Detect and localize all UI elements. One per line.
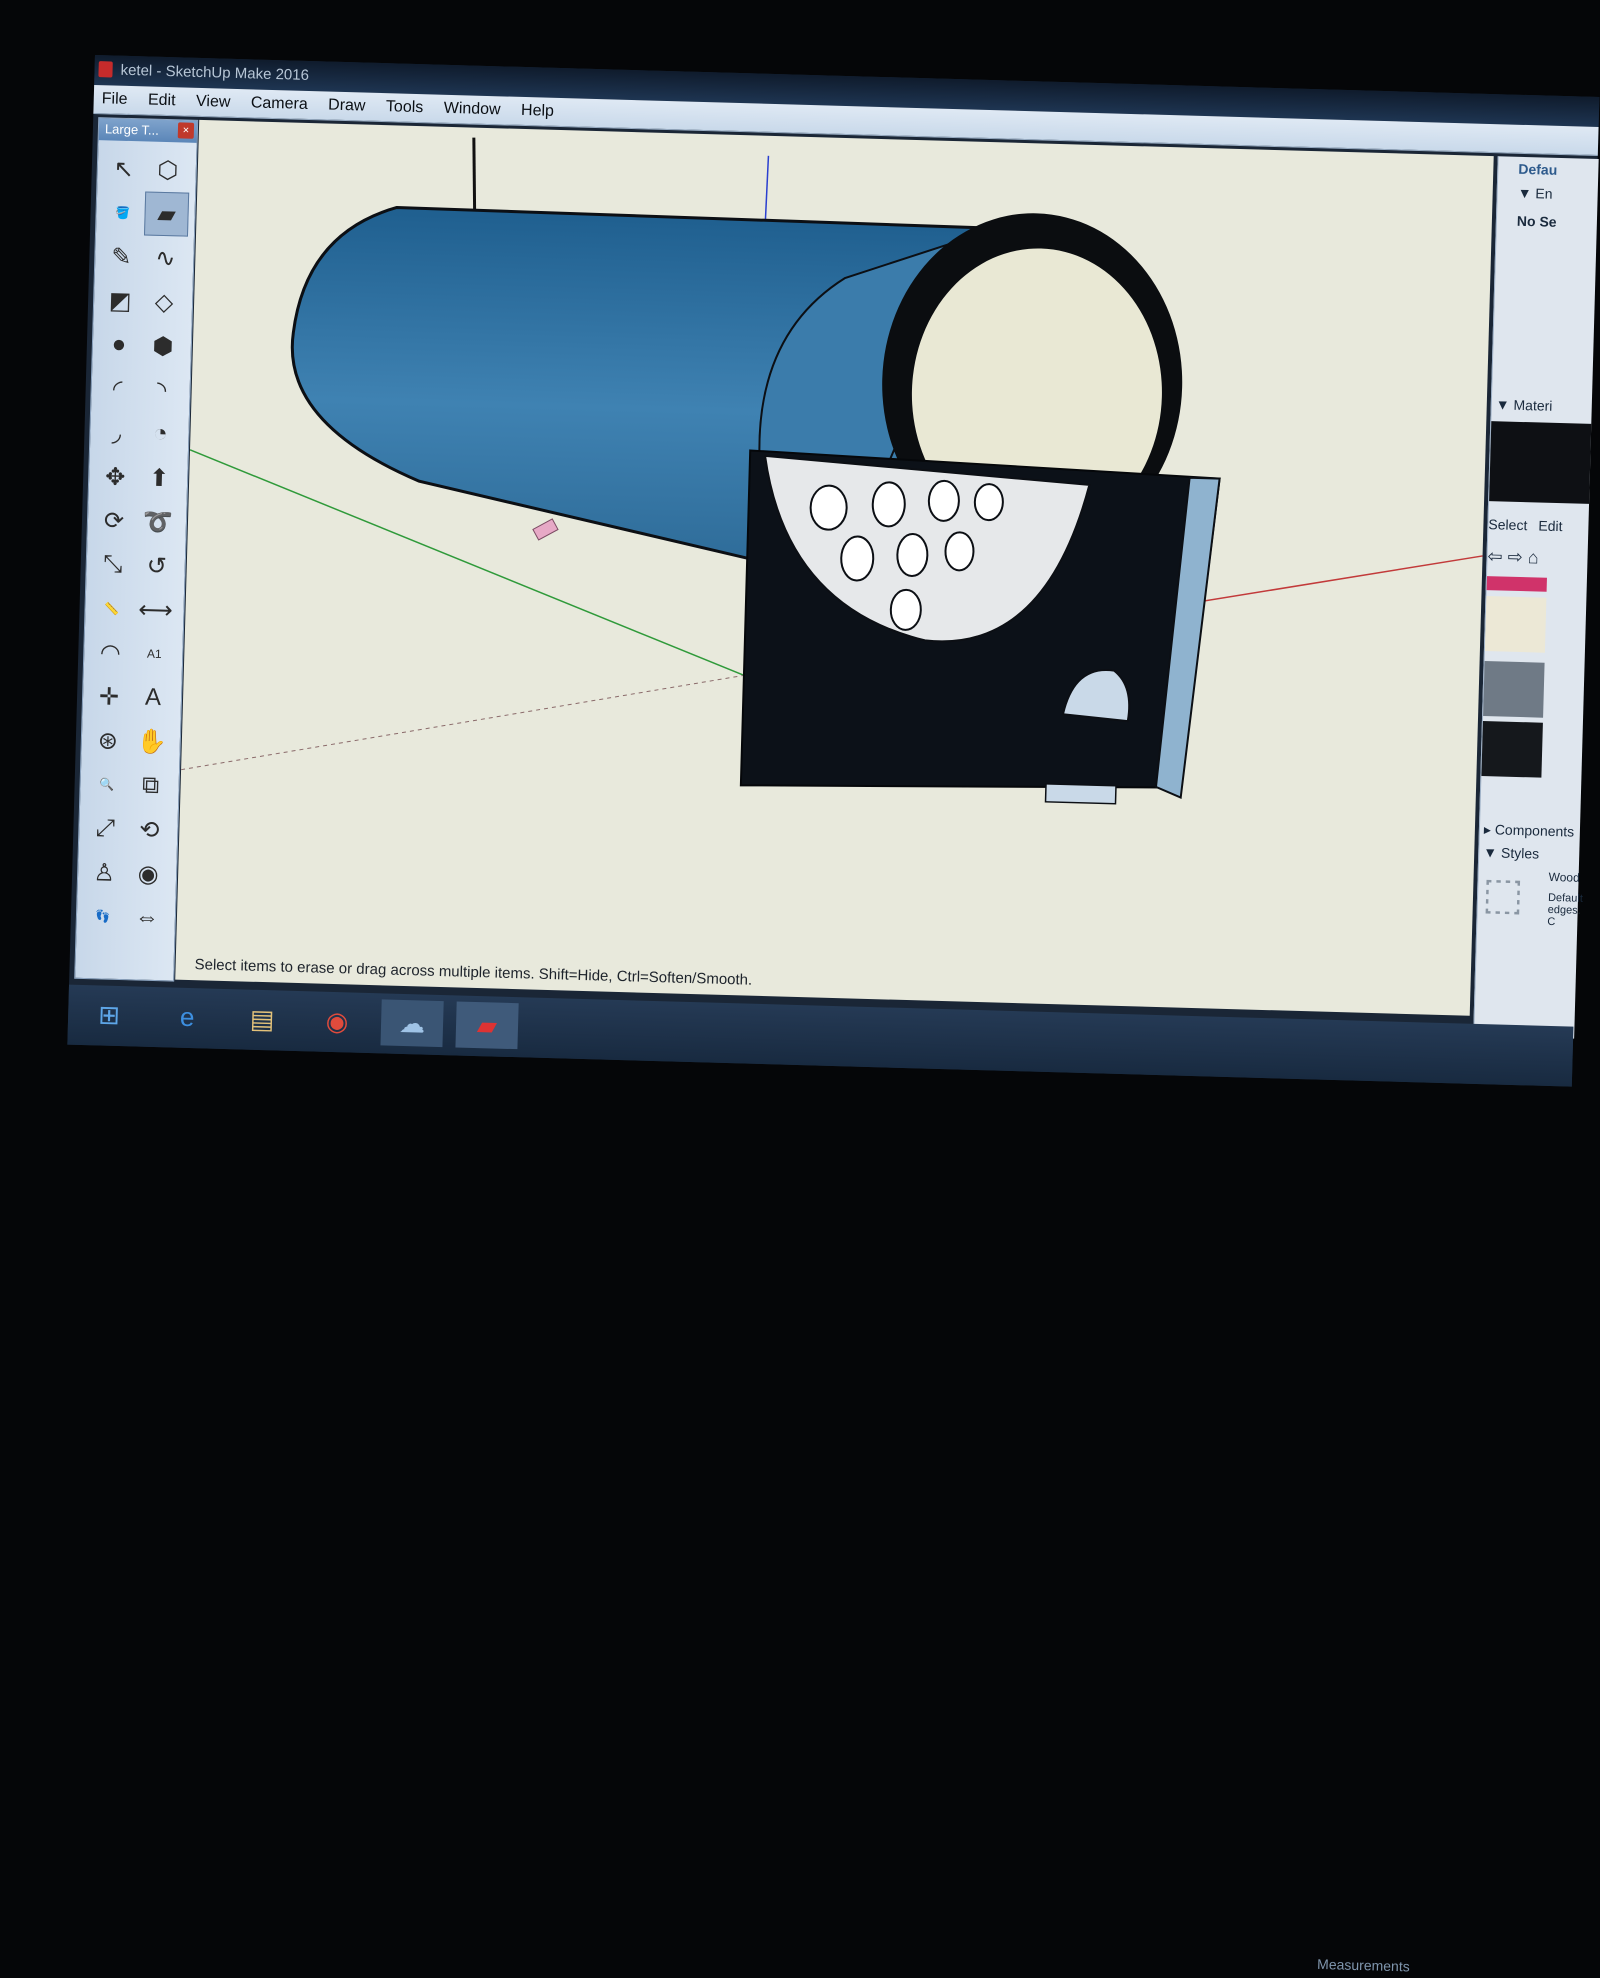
axes-icon[interactable]: ✛ <box>86 674 131 719</box>
position-camera-icon[interactable]: ♙ <box>82 850 127 895</box>
make-component-icon[interactable]: ⬡ <box>145 147 190 192</box>
hanger-line <box>472 137 477 216</box>
dimension-icon[interactable]: ⟷ <box>133 587 178 632</box>
eraser-icon[interactable]: ▰ <box>143 191 190 237</box>
drawer-slot <box>1044 783 1117 805</box>
offset-icon[interactable]: ↺ <box>134 543 179 588</box>
materials-select-tab[interactable]: Select <box>1488 516 1527 533</box>
menu-tools[interactable]: Tools <box>378 93 432 117</box>
move-icon[interactable]: ✥ <box>93 454 138 499</box>
zoom-window-icon[interactable]: ⧉ <box>128 763 173 808</box>
menu-window[interactable]: Window <box>435 95 509 120</box>
select-tool-icon[interactable]: ↖ <box>101 146 146 191</box>
style-cube-icon: ⬚ <box>1481 869 1525 920</box>
tape-measure-icon[interactable]: 📏 <box>89 586 134 631</box>
tray-title: Defau <box>1518 160 1558 178</box>
sketchup-taskbar-icon[interactable]: ▰ <box>455 1001 519 1050</box>
material-preview <box>1489 421 1592 504</box>
push-pull-icon[interactable]: ⬆ <box>137 455 182 500</box>
section-plane-icon[interactable]: ⇔ <box>124 895 169 940</box>
measurements-label: Measurements <box>1316 1955 1410 1975</box>
users-app-icon[interactable]: ☁ <box>380 999 444 1048</box>
components-header[interactable]: ▸ Components <box>1484 821 1575 841</box>
drawing-viewport[interactable] <box>175 119 1494 1016</box>
menu-file[interactable]: File <box>94 85 136 109</box>
menu-help[interactable]: Help <box>513 97 563 121</box>
material-swatch-cream[interactable] <box>1484 596 1547 653</box>
style-name: Wood <box>1548 869 1580 885</box>
home-icon[interactable]: ⌂ <box>1527 547 1538 567</box>
styles-header[interactable]: ▼ Styles <box>1483 844 1539 862</box>
rotate-icon[interactable]: ⟳ <box>91 498 136 543</box>
walk-icon[interactable]: 👣 <box>80 894 125 939</box>
sketchup-logo-icon <box>98 61 113 78</box>
model-canvas[interactable] <box>175 120 1494 1016</box>
style-description: Default edges. C <box>1547 891 1584 929</box>
chrome-icon[interactable]: ◉ <box>305 997 368 1045</box>
red-axis-dashed <box>180 674 745 771</box>
orbit-icon[interactable]: ⊛ <box>85 718 130 763</box>
previous-view-icon[interactable]: ⟲ <box>127 807 172 852</box>
follow-me-icon[interactable]: ➰ <box>135 499 180 544</box>
materials-header[interactable]: ▼ Materi <box>1496 396 1553 414</box>
pencil-icon[interactable]: ✎ <box>99 234 144 279</box>
text-icon[interactable]: A1 <box>132 631 177 676</box>
polygon-icon[interactable]: ⬢ <box>140 323 185 368</box>
material-swatch-gray[interactable] <box>1483 661 1545 718</box>
internet-explorer-icon[interactable]: e <box>156 993 219 1041</box>
back-icon[interactable]: ⇦ <box>1487 546 1503 566</box>
circle-icon[interactable]: ● <box>96 322 141 367</box>
material-swatch-dark[interactable] <box>1481 721 1543 778</box>
zoom-extents-icon[interactable]: ⤢ <box>83 806 128 851</box>
three-point-arc-icon[interactable]: ◞ <box>94 410 139 455</box>
close-icon[interactable]: × <box>177 122 195 139</box>
zoom-icon[interactable]: 🔍 <box>84 762 129 807</box>
start-button[interactable]: ⊞ <box>78 991 141 1039</box>
rotated-rectangle-icon[interactable]: ◇ <box>142 279 187 324</box>
menu-edit[interactable]: Edit <box>140 86 184 110</box>
material-swatch-pink[interactable] <box>1486 576 1547 592</box>
file-explorer-icon[interactable]: ▤ <box>231 995 294 1043</box>
materials-edit-tab[interactable]: Edit <box>1538 517 1563 534</box>
freehand-icon[interactable]: ∿ <box>143 235 188 280</box>
arc-icon[interactable]: ◜ <box>95 366 140 411</box>
no-selection-label: No Se <box>1516 212 1557 230</box>
menu-camera[interactable]: Camera <box>243 89 317 114</box>
window-title: ketel - SketchUp Make 2016 <box>120 61 310 84</box>
forward-icon[interactable]: ⇨ <box>1507 547 1523 567</box>
menu-view[interactable]: View <box>188 88 239 112</box>
entity-info-header[interactable]: ▼ En <box>1517 185 1552 202</box>
toolbar-title: Large T... <box>104 121 160 138</box>
sketchup-window: ketel - SketchUp Make 2016 File Edit Vie… <box>67 55 1600 1974</box>
eraser-cursor-icon <box>532 518 559 541</box>
3d-text-icon[interactable]: A <box>130 675 175 720</box>
menu-draw[interactable]: Draw <box>320 91 374 115</box>
two-point-arc-icon[interactable]: ◝ <box>139 367 184 412</box>
look-around-icon[interactable]: ◉ <box>126 851 171 896</box>
paint-bucket-icon[interactable]: 🪣 <box>100 190 145 235</box>
default-tray: Defau ▼ En No Se ▼ Materi Select Edit ⇦ … <box>1473 156 1599 1039</box>
pan-icon[interactable]: ✋ <box>129 719 174 764</box>
pie-icon[interactable]: ◔ <box>138 411 183 456</box>
protractor-icon[interactable]: ◠ <box>88 630 133 675</box>
scale-icon[interactable]: ⤡ <box>90 542 135 587</box>
rectangle-icon[interactable]: ◩ <box>98 278 143 323</box>
toolbar-header: Large T... × <box>98 118 198 143</box>
